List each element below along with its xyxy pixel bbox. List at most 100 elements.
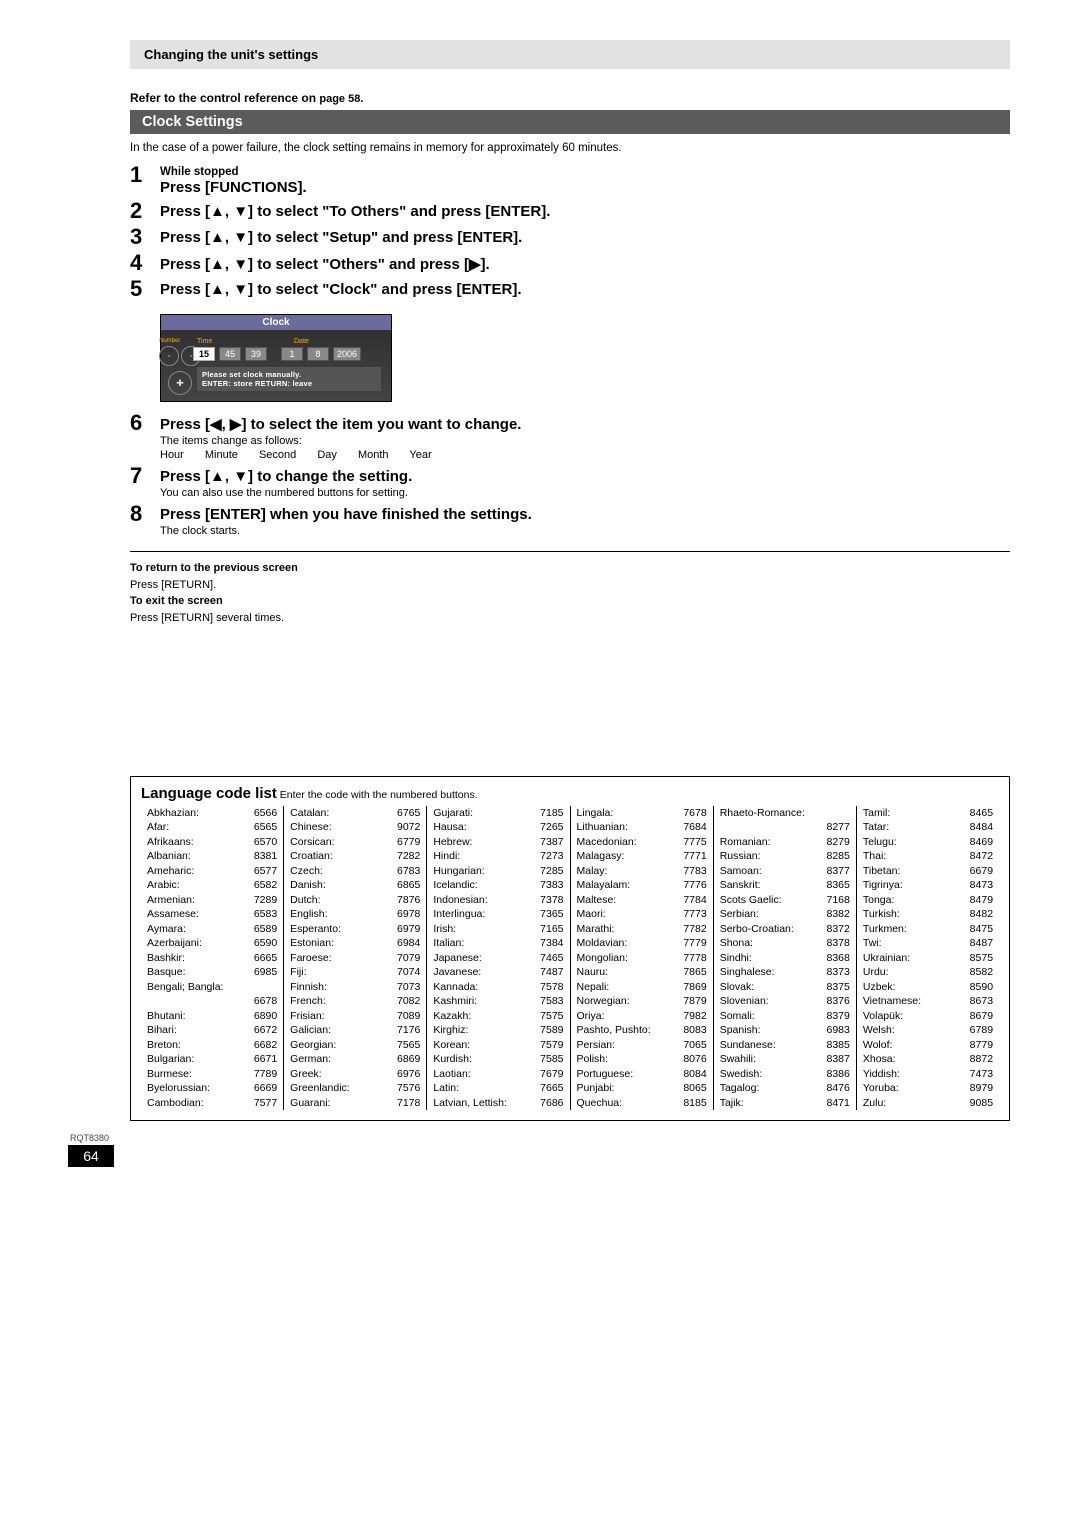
language-row: Pashto, Pushto:8083 bbox=[577, 1023, 707, 1037]
language-code: 6869 bbox=[391, 1052, 420, 1066]
language-row: Tatar:8484 bbox=[863, 820, 993, 834]
language-code: 8673 bbox=[964, 994, 993, 1008]
language-name: Corsican: bbox=[290, 835, 334, 849]
language-row: Hausa:7265 bbox=[433, 820, 563, 834]
step-number: 3 bbox=[130, 226, 160, 248]
language-name: Ameharic: bbox=[147, 864, 194, 878]
language-code: 6779 bbox=[391, 835, 420, 849]
language-name: Irish: bbox=[433, 922, 456, 936]
language-code: 6570 bbox=[248, 835, 277, 849]
step-instruction: Press [▲, ▼] to select "Others" and pres… bbox=[160, 255, 490, 273]
language-row: Korean:7579 bbox=[433, 1038, 563, 1052]
language-name: Bihari: bbox=[147, 1023, 177, 1037]
language-name: Mongolian: bbox=[577, 951, 628, 965]
language-name: Tibetan: bbox=[863, 864, 901, 878]
language-row: Hindi:7273 bbox=[433, 849, 563, 863]
section-header: Changing the unit's settings bbox=[130, 40, 1010, 69]
language-code: 7684 bbox=[677, 820, 706, 834]
language-code: 6665 bbox=[248, 951, 277, 965]
divider bbox=[130, 551, 1010, 552]
language-name: Burmese: bbox=[147, 1067, 192, 1081]
language-row: 8277 bbox=[720, 820, 850, 834]
language-name: Armenian: bbox=[147, 893, 195, 907]
clock-day: 1 bbox=[281, 347, 303, 361]
clock-year: 2006 bbox=[333, 347, 361, 361]
step-number: 5 bbox=[130, 278, 160, 300]
language-row: Malayalam:7776 bbox=[577, 878, 707, 892]
clock-message-line1: Please set clock manually. bbox=[202, 370, 376, 379]
step-condition: While stopped bbox=[160, 166, 307, 178]
language-row: Frisian: 7089 bbox=[290, 1009, 420, 1023]
language-name: Rhaeto-Romance: bbox=[720, 806, 805, 820]
language-code: 7982 bbox=[677, 1009, 706, 1023]
language-name: Malagasy: bbox=[577, 849, 625, 863]
language-row: Icelandic:7383 bbox=[433, 878, 563, 892]
language-row: Bengali; Bangla: bbox=[147, 980, 277, 994]
language-code: 8872 bbox=[964, 1052, 993, 1066]
language-code: 7089 bbox=[391, 1009, 420, 1023]
language-code: 7387 bbox=[534, 835, 563, 849]
language-row: Kirghiz:7589 bbox=[433, 1023, 563, 1037]
language-code: 7285 bbox=[534, 864, 563, 878]
language-code: 7282 bbox=[391, 849, 420, 863]
language-code-title: Language code list bbox=[141, 785, 277, 802]
language-code: 8279 bbox=[821, 835, 850, 849]
language-row: Albanian:8381 bbox=[147, 849, 277, 863]
language-code: 8084 bbox=[677, 1067, 706, 1081]
language-row: Serbian:8382 bbox=[720, 907, 850, 921]
language-name: Greek: bbox=[290, 1067, 322, 1081]
language-name: Kazakh: bbox=[433, 1009, 471, 1023]
language-row: Macedonian:7775 bbox=[577, 835, 707, 849]
language-code: 7783 bbox=[677, 864, 706, 878]
language-name: Vietnamese: bbox=[863, 994, 921, 1008]
language-code: 7575 bbox=[534, 1009, 563, 1023]
language-code-subtitle: Enter the code with the numbered buttons… bbox=[277, 789, 478, 801]
language-name: Kashmiri: bbox=[433, 994, 477, 1008]
control-reference: Refer to the control reference on page 5… bbox=[130, 91, 1010, 105]
language-name: Shona: bbox=[720, 936, 753, 950]
language-row: Greek:6976 bbox=[290, 1067, 420, 1081]
language-name: Marathi: bbox=[577, 922, 615, 936]
language-name: Finnish: bbox=[290, 980, 327, 994]
language-name: Welsh: bbox=[863, 1023, 895, 1037]
language-code: 8575 bbox=[964, 951, 993, 965]
language-row: Gujarati:7185 bbox=[433, 806, 563, 820]
language-name: Serbian: bbox=[720, 907, 759, 921]
language-code: 7378 bbox=[534, 893, 563, 907]
clock-time-label: Time bbox=[193, 338, 292, 345]
language-name: Hindi: bbox=[433, 849, 460, 863]
language-code: 7487 bbox=[534, 965, 563, 979]
language-name: Kannada: bbox=[433, 980, 478, 994]
language-name: Urdu: bbox=[863, 965, 889, 979]
language-name: German: bbox=[290, 1052, 331, 1066]
language-row: Scots Gaelic:7168 bbox=[720, 893, 850, 907]
language-code: 8083 bbox=[677, 1023, 706, 1037]
language-row: Javanese:7487 bbox=[433, 965, 563, 979]
language-code: 6582 bbox=[248, 878, 277, 892]
language-code: 7265 bbox=[534, 820, 563, 834]
language-row: English:6978 bbox=[290, 907, 420, 921]
language-name: Frisian: bbox=[290, 1009, 324, 1023]
language-row: Italian:7384 bbox=[433, 936, 563, 950]
language-name: Hebrew: bbox=[433, 835, 472, 849]
language-code bbox=[271, 980, 277, 994]
language-code: 7776 bbox=[677, 878, 706, 892]
language-code-box: Language code list Enter the code with t… bbox=[130, 776, 1010, 1121]
language-row: Yiddish:7473 bbox=[863, 1067, 993, 1081]
language-row: Chinese:9072 bbox=[290, 820, 420, 834]
language-name: Tajik: bbox=[720, 1096, 744, 1110]
language-code: 6983 bbox=[821, 1023, 850, 1037]
language-code: 8065 bbox=[677, 1081, 706, 1095]
language-name: Bhutani: bbox=[147, 1009, 186, 1023]
language-code: 7168 bbox=[821, 893, 850, 907]
language-name: Yiddish: bbox=[863, 1067, 900, 1081]
language-name: Interlingua: bbox=[433, 907, 485, 921]
language-row: Estonian:6984 bbox=[290, 936, 420, 950]
language-name: Samoan: bbox=[720, 864, 762, 878]
language-row: Croatian:7282 bbox=[290, 849, 420, 863]
language-name: Georgian: bbox=[290, 1038, 336, 1052]
language-row: Sanskrit:8365 bbox=[720, 878, 850, 892]
language-code: 6669 bbox=[248, 1081, 277, 1095]
language-code: 7784 bbox=[677, 893, 706, 907]
language-code: 7065 bbox=[677, 1038, 706, 1052]
